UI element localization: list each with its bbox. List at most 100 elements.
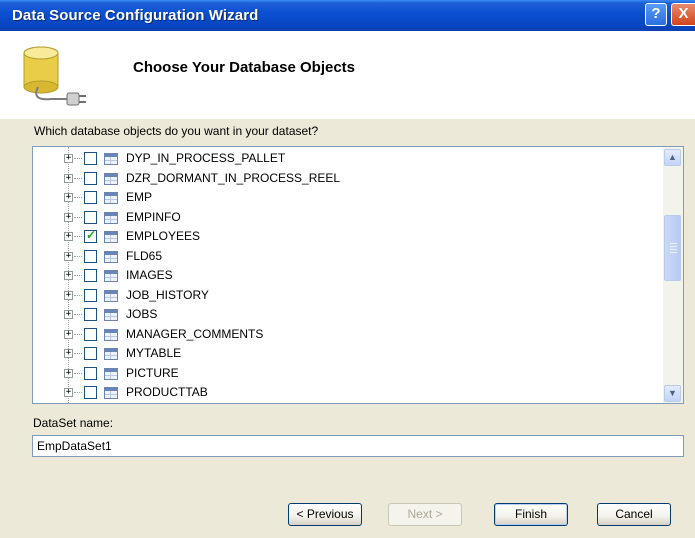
tree-item-checkbox[interactable] [84,210,97,224]
grip-line [670,243,677,244]
tree-connector-line [74,372,82,374]
checkmark-icon: ✓ [86,228,97,242]
tree-item-label: FLD65 [126,248,163,263]
wizard-header: Choose Your Database Objects [0,31,695,119]
table-icon [104,289,118,302]
tree-item[interactable]: + MANAGER_COMMENTS [33,326,653,345]
tree-item-checkbox[interactable] [84,191,97,204]
table-icon [104,387,118,399]
tree-item-label: JOB_HISTORY [126,287,209,302]
plus-icon[interactable]: + [64,368,73,378]
help-button[interactable]: ? [645,3,667,26]
tree-item-label: PRODUCTTAB [126,385,208,399]
tree-item[interactable]: + DZR_DORMANT_IN_PROCESS_REEL [33,170,653,189]
plus-icon[interactable]: + [64,251,73,261]
objects-prompt: Which database objects do you want in yo… [34,124,319,138]
table-icon [104,309,118,321]
tree-item[interactable]: + MYTABLE [33,345,653,364]
finish-button[interactable]: Finish [494,503,568,526]
title-bar[interactable]: Data Source Configuration Wizard ? X [0,0,695,31]
tree-item[interactable]: + JOBS [33,306,653,325]
tree-item-checkbox[interactable] [84,171,97,185]
tree-item-checkbox[interactable] [84,249,97,263]
tree-item-checkbox[interactable] [84,288,97,302]
tree-item-checkbox[interactable] [84,347,97,360]
tree-item-label: EMPLOYEES [126,229,201,243]
tree-item-checkbox[interactable] [84,366,97,380]
tree-item-checkbox[interactable] [84,386,97,399]
table-icon [104,250,118,263]
database-objects-tree[interactable]: + DYP_IN_PROCESS_PALLET + DZR_DORMANT_IN_PR… [32,146,684,404]
plus-icon[interactable]: + [64,173,73,183]
table-icon [104,211,118,224]
plus-icon[interactable]: + [64,193,73,202]
table-icon [104,192,118,204]
tree-item[interactable]: + IMAGES [33,267,653,286]
tree-item-checkbox[interactable] [84,327,97,341]
tree-connector-line [74,158,82,159]
tree-connector-line [74,216,82,218]
cancel-button[interactable]: Cancel [597,503,671,526]
dataset-name-input[interactable] [32,435,684,457]
close-button[interactable]: X [671,3,695,26]
tree-item-checkbox[interactable] [84,269,97,282]
tree-connector-line [74,314,82,315]
table-icon [104,172,118,185]
tree-item[interactable]: + ✓ EMPLOYEES [33,228,653,247]
tree-connector-line [74,392,82,393]
tree-item-checkbox[interactable] [84,152,97,165]
scroll-thumb[interactable] [664,215,681,281]
tree-connector-line [74,236,82,237]
plus-icon[interactable]: + [64,329,73,339]
tree-scrollbar[interactable]: ▲ ▼ [663,147,683,403]
tree-connector-line [74,333,82,335]
tree-item[interactable]: + EMP [33,189,653,208]
window-title: Data Source Configuration Wizard [12,7,259,24]
tree-item-label: PICTURE [126,365,179,380]
table-icon [104,367,118,380]
plus-icon[interactable]: + [64,388,73,397]
plus-icon[interactable]: + [64,271,73,280]
tree-item[interactable]: + EMPINFO [33,209,653,228]
scroll-down-button[interactable]: ▼ [664,385,681,402]
table-icon [104,348,118,360]
tree-item-label: IMAGES [126,268,173,282]
tree-connector-line [74,353,82,354]
table-icon [104,328,118,341]
tree-item-label: JOBS [126,307,158,321]
tree-item-label: DZR_DORMANT_IN_PROCESS_REEL [126,170,341,185]
tree-item-label: EMPINFO [126,209,181,224]
tree-item[interactable]: + JOB_HISTORY [33,287,653,306]
table-icon [104,270,118,282]
tree-item[interactable]: + DYP_IN_PROCESS_PALLET [33,150,653,169]
table-icon [104,153,118,165]
tree-item[interactable]: + FLD65 [33,248,653,267]
next-button[interactable]: Next > [388,503,462,526]
grip-line [670,249,677,250]
tree-connector-line [74,275,82,276]
grip-line [670,246,677,247]
plus-icon[interactable]: + [64,310,73,319]
page-title: Choose Your Database Objects [133,59,356,76]
plus-icon[interactable]: + [64,349,73,358]
scroll-up-button[interactable]: ▲ [664,149,681,166]
tree-item[interactable]: + PRODUCTTAB [33,384,653,403]
plus-icon[interactable]: + [64,154,73,163]
tree-connector-line [74,177,82,179]
tree-item-checkbox[interactable]: ✓ [84,228,97,243]
tree-connector-line [74,294,82,296]
tree-item-checkbox[interactable] [84,308,97,321]
plus-icon[interactable]: + [64,212,73,222]
table-icon [104,231,118,243]
wizard-window: Data Source Configuration Wizard ? X Cho… [0,0,695,538]
tree-item-label: DYP_IN_PROCESS_PALLET [126,151,286,165]
grip-line [670,252,677,253]
database-plug-icon [23,46,86,106]
chevron-down-icon: ▼ [668,388,677,398]
previous-button[interactable]: < Previous [288,503,362,526]
tree-item-label: EMP [126,190,153,204]
tree-connector-line [74,197,82,198]
tree-item[interactable]: + PICTURE [33,365,653,384]
plus-icon[interactable]: + [64,290,73,300]
plus-icon[interactable]: + [64,232,73,241]
